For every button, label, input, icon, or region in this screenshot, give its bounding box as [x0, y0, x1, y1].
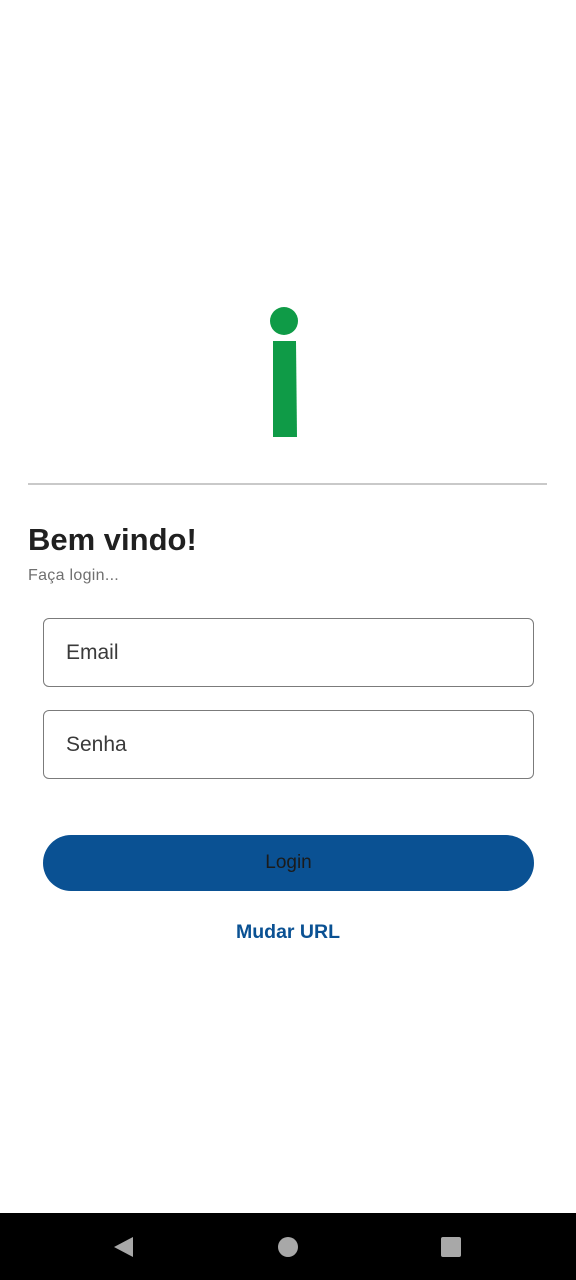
- home-icon: [278, 1236, 298, 1257]
- email-input[interactable]: [44, 619, 533, 686]
- login-screen: Bem vindo! Faça login... Login Mudar URL: [0, 0, 576, 1280]
- login-button-label: Login: [265, 852, 312, 873]
- info-i-logo-icon: [270, 307, 298, 437]
- back-icon: [114, 1236, 133, 1257]
- section-divider: [28, 483, 547, 485]
- android-navigation-bar: [0, 1213, 576, 1280]
- password-input[interactable]: [44, 711, 533, 778]
- change-url-link[interactable]: Mudar URL: [0, 921, 576, 944]
- email-field-container: [43, 618, 534, 687]
- welcome-title: Bem vindo!: [28, 522, 197, 557]
- password-field-container: [43, 710, 534, 779]
- back-button[interactable]: [75, 1213, 171, 1280]
- login-instruction: Faça login...: [28, 567, 120, 584]
- recent-apps-button[interactable]: [403, 1213, 499, 1280]
- recent-apps-icon: [441, 1236, 461, 1257]
- home-button[interactable]: [240, 1213, 336, 1280]
- login-button[interactable]: Login: [43, 835, 534, 891]
